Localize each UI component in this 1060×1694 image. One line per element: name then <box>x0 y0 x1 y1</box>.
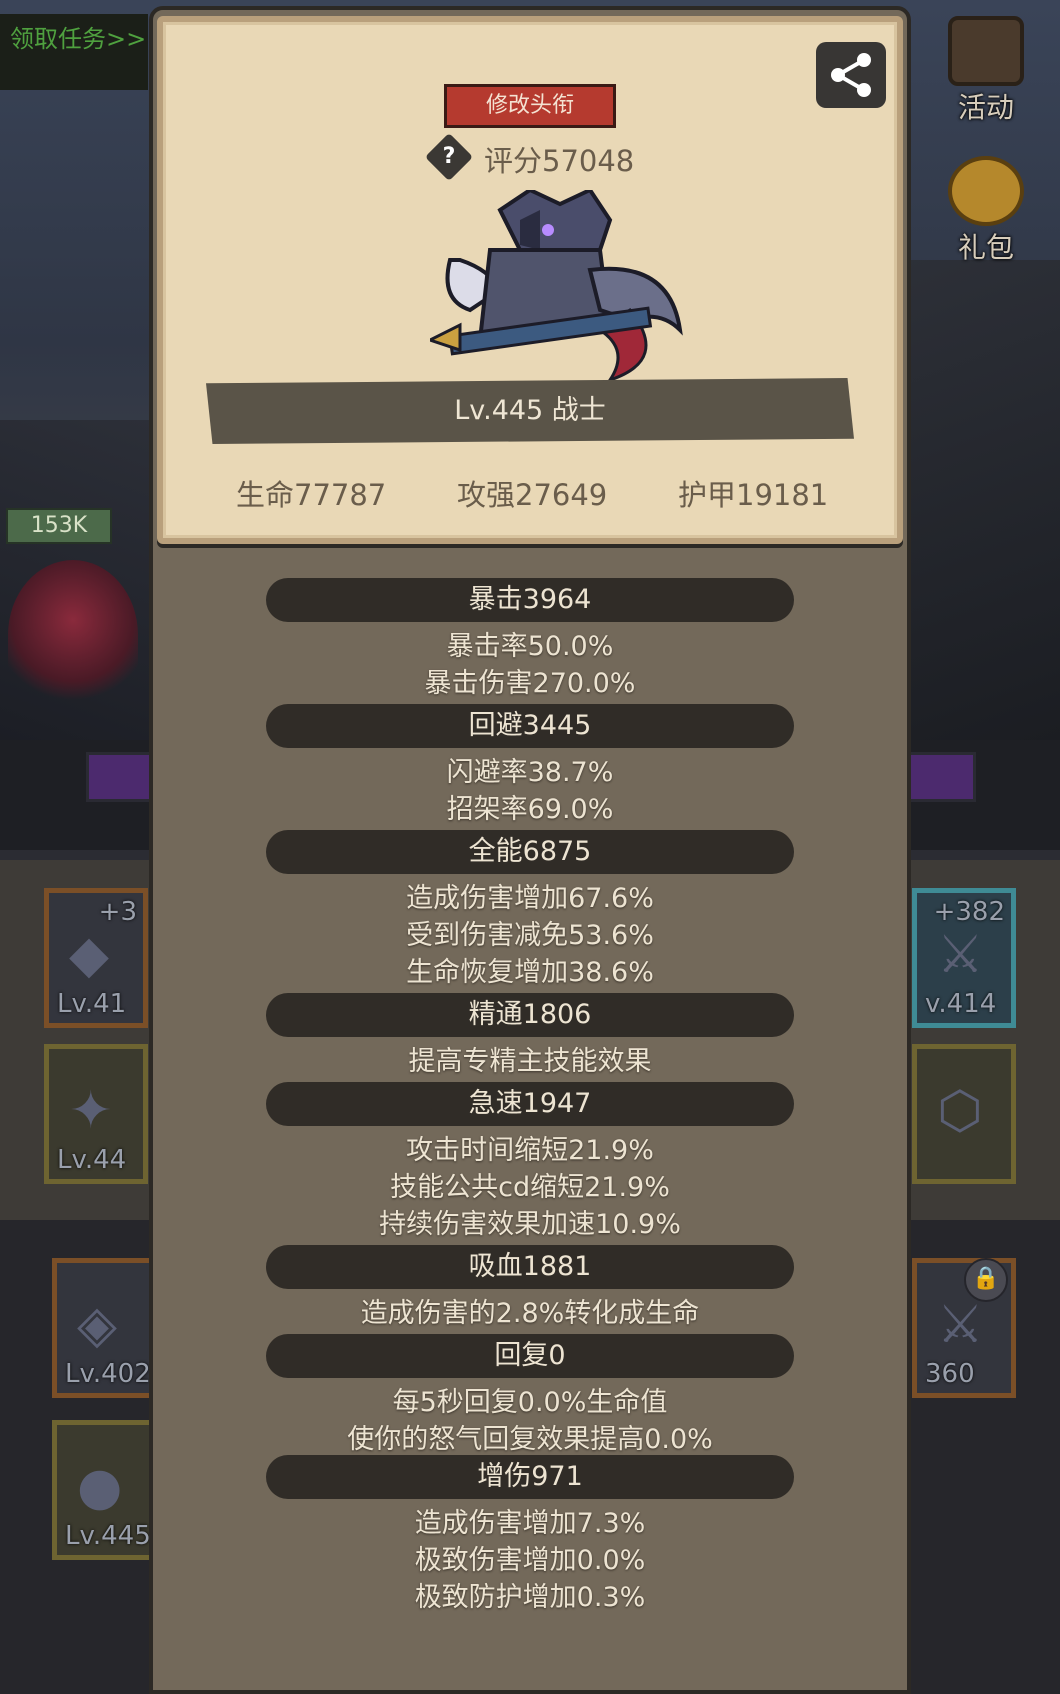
sword-icon: ⚔ <box>937 925 984 985</box>
attack-stat: 攻强27649 <box>457 478 608 512</box>
shuriken-icon: ✦ <box>69 1081 113 1141</box>
parry-rate-line: 招架率69.0% <box>446 794 614 825</box>
orb-icon: ● <box>77 1457 123 1517</box>
slot-level: v.414 <box>925 989 997 1019</box>
mastery-header: 精通1806 <box>266 993 794 1037</box>
avoid-header: 回避3445 <box>266 704 794 748</box>
life-recovery-line: 生命恢复增加38.6% <box>406 957 654 988</box>
armor-stat: 护甲19181 <box>678 478 829 512</box>
modify-title-button[interactable]: 修改头衔 <box>444 84 616 128</box>
armor-icon: ◈ <box>77 1295 117 1355</box>
damage-reduction-line: 受到伤害减免53.6% <box>406 920 654 951</box>
warrior-portrait <box>430 190 683 383</box>
dodge-rate-line: 闪避率38.7% <box>446 757 614 788</box>
extreme-defense-line: 极致防护增加0.3% <box>414 1582 646 1613</box>
slot-plus: +382 <box>933 897 1005 927</box>
damage-boost-header: 增伤971 <box>266 1455 794 1499</box>
haste-header: 急速1947 <box>266 1082 794 1126</box>
lifesteal-line: 造成伤害的2.8%转化成生命 <box>360 1298 700 1329</box>
gift-icon <box>948 156 1024 226</box>
helmet-icon: ◆ <box>69 925 109 985</box>
shield-icon: ⬡ <box>937 1081 983 1141</box>
dot-speed-line: 持续伤害效果加速10.9% <box>379 1209 681 1240</box>
gift-label: 礼包 <box>957 231 1014 264</box>
hp-badge: 153K <box>6 508 112 544</box>
extreme-damage-line: 极致伤害增加0.0% <box>414 1545 646 1576</box>
activity-button[interactable]: 活动 <box>934 12 1038 124</box>
slot-level: 360 <box>925 1359 975 1389</box>
hero-sprite <box>8 560 138 710</box>
help-icon[interactable]: ? <box>432 140 466 174</box>
level-class-bar: Lv.445 战士 <box>206 378 854 444</box>
slot-level: Lv.402 <box>65 1359 151 1389</box>
equipment-slot[interactable]: ◈ Lv.402 <box>52 1258 156 1398</box>
damage-increase-line: 造成伤害增加67.6% <box>406 883 654 914</box>
share-icon <box>831 53 871 97</box>
slot-plus: +3 <box>98 897 137 927</box>
equipment-slot[interactable]: +382 ⚔ v.414 <box>912 888 1016 1028</box>
life-stat: 生命77787 <box>236 478 387 512</box>
crit-damage-line: 暴击伤害270.0% <box>424 668 636 699</box>
score-text: 评分57048 <box>484 144 635 178</box>
rage-regen-line: 使你的怒气回复效果提高0.0% <box>347 1424 713 1455</box>
blade-icon: ⚔ <box>937 1295 984 1355</box>
equipment-slot[interactable]: +3 ◆ Lv.41 <box>44 888 148 1028</box>
equipment-slot[interactable]: ● Lv.445 <box>52 1420 156 1560</box>
equipment-slot[interactable]: ✦ Lv.44 <box>44 1044 148 1184</box>
lock-icon: 🔒 <box>964 1258 1008 1302</box>
quest-link[interactable]: 领取任务>> <box>0 14 148 90</box>
global-cd-line: 技能公共cd缩短21.9% <box>390 1172 670 1203</box>
equipment-slot[interactable]: ⬡ <box>912 1044 1016 1184</box>
damage-boost-line: 造成伤害增加7.3% <box>414 1508 646 1539</box>
scroll-icon <box>948 16 1024 86</box>
regen-life-line: 每5秒回复0.0%生命值 <box>392 1387 668 1418</box>
gift-button[interactable]: 礼包 <box>934 152 1038 264</box>
slot-level: Lv.44 <box>57 1145 127 1175</box>
attack-time-line: 攻击时间缩短21.9% <box>406 1135 654 1166</box>
lifesteal-header: 吸血1881 <box>266 1245 794 1289</box>
crit-rate-line: 暴击率50.0% <box>446 631 614 662</box>
slot-level: Lv.41 <box>57 989 127 1019</box>
regen-header: 回复0 <box>266 1334 794 1378</box>
versatility-header: 全能6875 <box>266 830 794 874</box>
mastery-effect-line: 提高专精主技能效果 <box>408 1046 652 1077</box>
activity-label: 活动 <box>957 91 1014 124</box>
crit-header: 暴击3964 <box>266 578 794 622</box>
share-button[interactable] <box>816 42 886 108</box>
slot-level: Lv.445 <box>65 1521 151 1551</box>
